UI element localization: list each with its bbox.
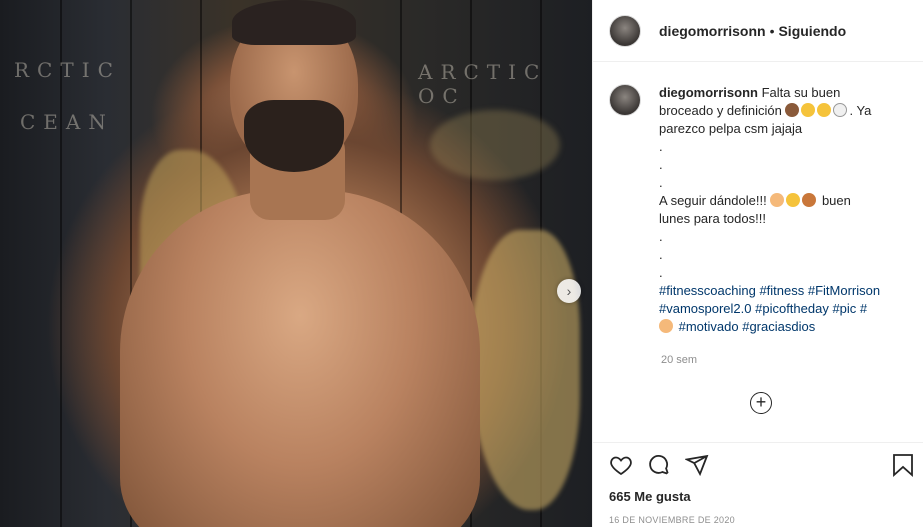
- photo-lettering: ARCTIC OC: [418, 60, 548, 108]
- bookmark-icon: [893, 454, 913, 477]
- caption-text: diegomorrisonn Falta su buen broceado y …: [659, 84, 909, 336]
- caption-line: Falta su buen: [761, 85, 841, 100]
- caption-line: parezco pelpa csm jajaja: [659, 121, 803, 136]
- caption-dot: .: [659, 157, 663, 172]
- paper-plane-icon: [685, 454, 709, 477]
- hashtag-links[interactable]: #motivado #graciasdios: [679, 319, 816, 334]
- hashtag-links[interactable]: #fitnesscoaching #fitness #FitMorrison: [659, 282, 909, 300]
- photo-lettering: RCTIC: [14, 58, 121, 82]
- monkey-emoji-icon: [785, 103, 800, 117]
- save-button[interactable]: [892, 453, 914, 477]
- photo-subject-hair: [232, 0, 356, 45]
- caption-line: broceado y definición: [659, 103, 782, 118]
- grin-sweat-emoji-icon: [801, 103, 816, 117]
- weightlifter-emoji-icon: [802, 193, 817, 207]
- caption-line: . Ya: [849, 103, 872, 118]
- photo-lettering: CEAN: [20, 110, 114, 134]
- caption-line: buen: [818, 193, 851, 208]
- caption-comment: diegomorrisonn Falta su buen broceado y …: [609, 84, 914, 336]
- post-date: 16 DE NOVIEMBRE DE 2020: [609, 515, 735, 525]
- plus-circle-icon: +: [755, 392, 767, 412]
- ghost-emoji-icon: [833, 103, 848, 117]
- caption-line: A seguir dándole!!!: [659, 193, 767, 208]
- sunglasses-emoji-icon: [786, 193, 801, 207]
- photo-map-shape: [470, 230, 580, 510]
- caption-dot: .: [659, 247, 663, 262]
- next-photo-button[interactable]: ›: [557, 279, 581, 303]
- caption-avatar[interactable]: [609, 84, 641, 116]
- author-avatar[interactable]: [609, 14, 641, 47]
- likes-count[interactable]: 665 Me gusta: [609, 489, 691, 504]
- chevron-right-icon: ›: [566, 283, 572, 299]
- caption-dot: .: [659, 139, 663, 154]
- caption-dot: .: [659, 175, 663, 190]
- caption-dot: .: [659, 265, 663, 280]
- post-actions: 665 Me gusta 16 DE NOVIEMBRE DE 2020: [593, 442, 923, 527]
- post-sidebar: diegomorrisonn • Siguiendo diegomorrison…: [592, 0, 923, 527]
- load-more-comments-button[interactable]: +: [750, 392, 772, 414]
- hashtag-links[interactable]: #vamosporel2.0 #picoftheday #pic #: [659, 300, 909, 318]
- comment-icon: [649, 455, 669, 475]
- post-header: diegomorrisonn • Siguiendo: [593, 0, 923, 62]
- following-button[interactable]: Siguiendo: [778, 23, 846, 39]
- heart-icon: [610, 456, 632, 476]
- caption-author[interactable]: diegomorrisonn: [659, 85, 758, 100]
- flexed-biceps-emoji-icon: [770, 193, 785, 207]
- header-separator: •: [769, 22, 775, 39]
- photo-subject-torso: [120, 190, 480, 527]
- comment-timestamp[interactable]: 20 sem: [661, 354, 697, 366]
- author-username[interactable]: diegomorrisonn: [659, 23, 766, 39]
- flexed-biceps-emoji-icon: [659, 319, 673, 333]
- like-button[interactable]: [609, 453, 633, 477]
- comment-button[interactable]: [647, 453, 671, 477]
- photo-map-shape: [430, 110, 560, 180]
- photo-subject-beard: [244, 100, 344, 172]
- share-button[interactable]: [685, 453, 709, 477]
- post-photo[interactable]: RCTIC CEAN ARCTIC OC ›: [0, 0, 592, 527]
- joy-emoji-icon: [817, 103, 832, 117]
- caption-line: lunes para todos!!!: [659, 211, 766, 226]
- caption-dot: .: [659, 229, 663, 244]
